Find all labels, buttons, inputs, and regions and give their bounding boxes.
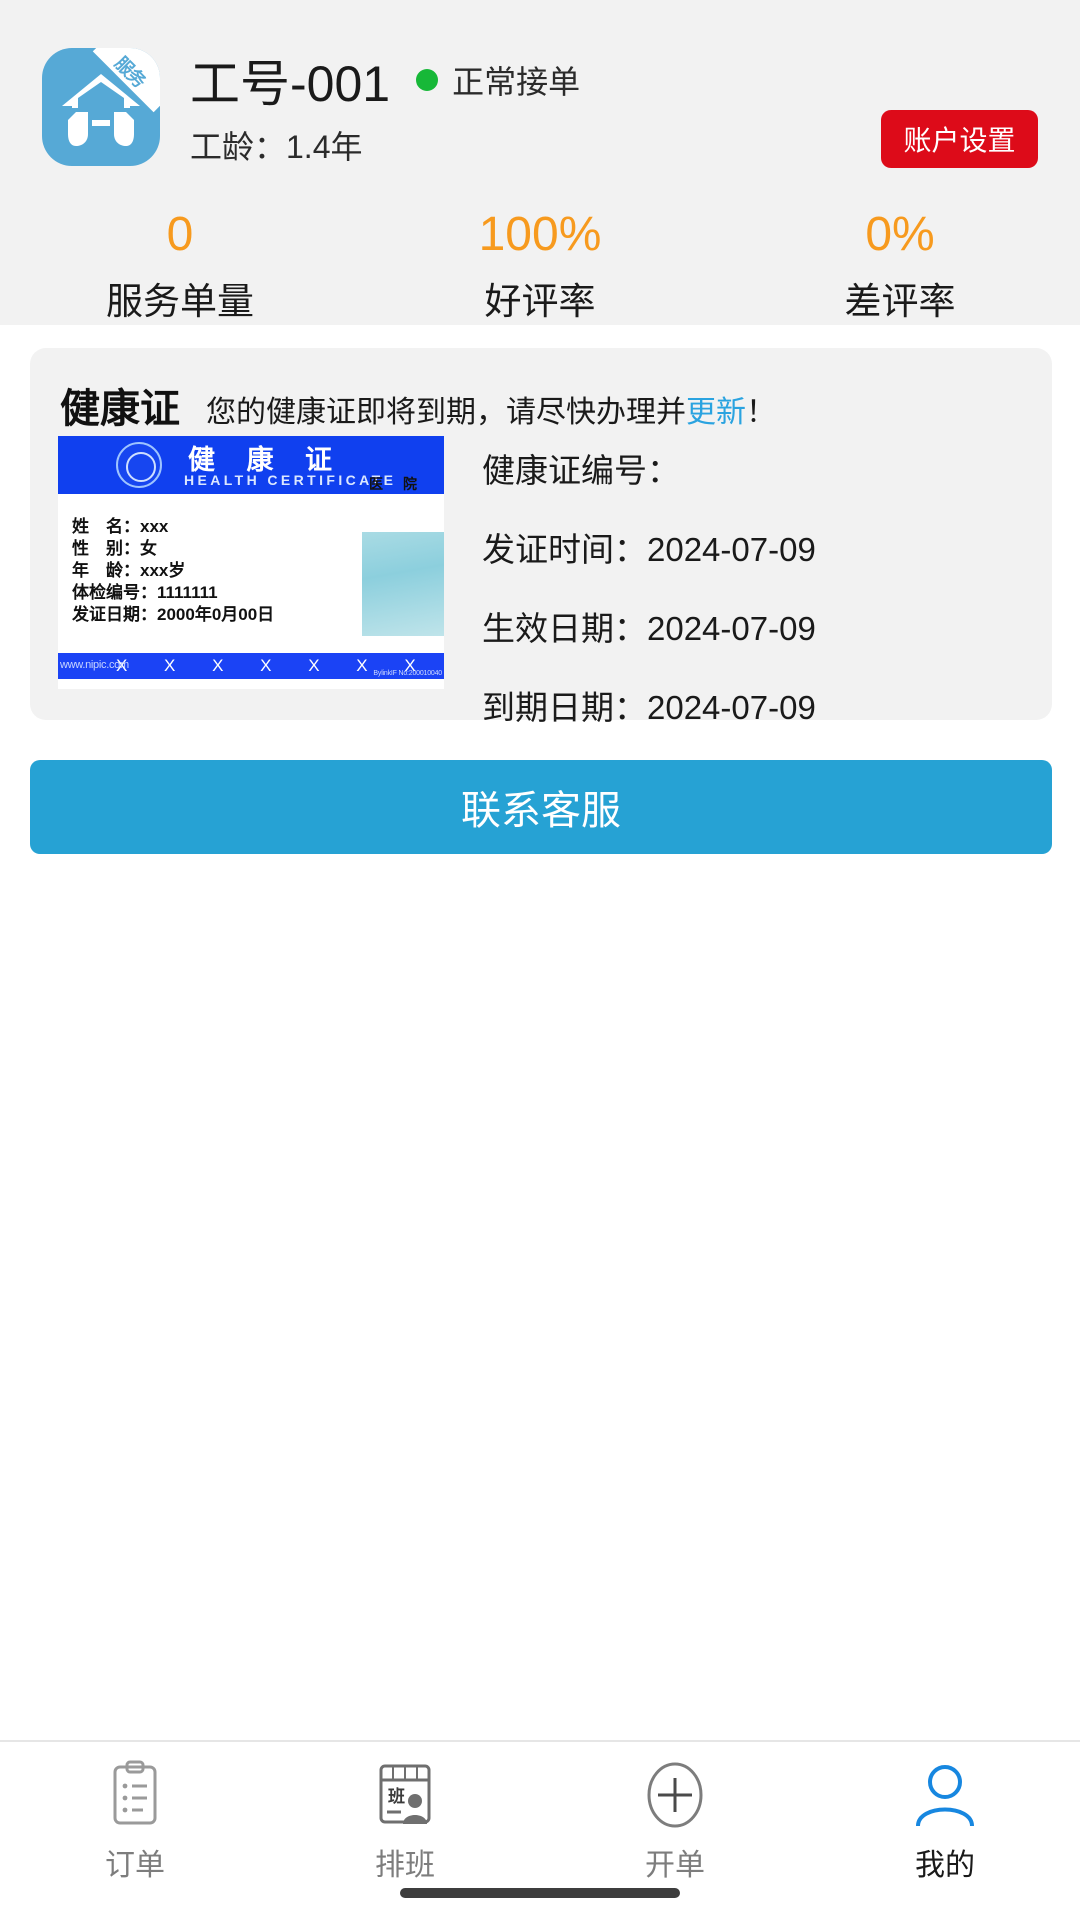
stat-label: 服务单量 [106,281,254,322]
health-certificate-card: 健康证 您的健康证即将到期，请尽快办理并更新！ 健 康 证 HEALTH CER… [30,348,1052,726]
stat-item-orders: 0 服务单量 [0,205,360,325]
contact-support-button[interactable]: 联系客服 [30,760,1052,854]
clipboard-list-icon [113,1760,157,1825]
certificate-info-list: 健康证编号： 发证时间：2024-07-09 生效日期：2024-07-09 到… [482,444,1022,729]
certificate-number-row: 健康证编号： [482,452,680,489]
bottom-tab-bar: 订单 班 排班 开单 我的 [0,1740,1080,1920]
status-dot-icon [416,69,439,91]
certificate-field-name: 姓 名：xxx [72,517,169,536]
national-health-emblem-icon [116,442,162,488]
tab-orders[interactable]: 订单 [0,1758,270,1884]
status-label: 正常接单 [452,64,581,100]
stat-value: 100% [478,208,602,261]
health-card-header: 健康证 您的健康证即将到期，请尽快办理并更新！ [60,376,776,434]
certificate-serial: BylinkIF No:200010040 [373,670,442,677]
app-root: 服务 工号-001 正常接单 工龄：1.4年 账户设置 0 服务单量 100% … [0,0,1080,1920]
stat-label: 好评率 [484,281,596,322]
stat-value: 0% [865,208,935,261]
certificate-photo [362,532,444,636]
stat-label: 差评率 [844,281,956,322]
tab-profile[interactable]: 我的 [810,1758,1080,1884]
profile-header: 服务 工号-001 正常接单 工龄：1.4年 账户设置 0 服务单量 100% … [0,0,1080,325]
app-logo: 服务 [42,48,160,166]
certificate-footer: X X X X X X X X X X www.nipic.com Bylink… [58,653,444,679]
health-card-warning: 您的健康证即将到期，请尽快办理并更新！ [206,387,776,431]
tab-list: 订单 班 排班 开单 我的 [0,1742,1080,1884]
stats-row: 0 服务单量 100% 好评率 0% 差评率 [0,205,1080,325]
circle-plus-icon [647,1762,703,1828]
certificate-watermark: www.nipic.com [60,659,129,671]
certificate-body: 姓 名：xxx 性 别：女 年 龄：xxx岁 体检编号：1111111 发证日期… [58,476,444,644]
tab-label: 订单 [105,1849,165,1882]
certificate-issue-time-row: 发证时间：2024-07-09 [482,531,816,568]
certificate-field-gender: 性 别：女 [72,539,157,558]
stat-item-good-rate: 100% 好评率 [360,205,720,325]
tab-label: 我的 [915,1849,975,1882]
account-settings-button[interactable]: 账户设置 [881,110,1038,168]
svg-text:班: 班 [388,1787,405,1806]
certificate-field-exam-no: 体检编号：1111111 [72,583,218,602]
certificate-field-issue-date: 发证日期：2000年0月00日 [72,605,275,624]
person-icon [916,1765,974,1827]
stat-item-bad-rate: 0% 差评率 [720,205,1080,325]
certificate-fields: 姓 名：xxx 性 别：女 年 龄：xxx岁 体检编号：1111111 发证日期… [72,516,274,626]
worker-identity: 工号-001 正常接单 [190,44,580,116]
warning-suffix: ！ [746,396,776,429]
renew-link[interactable]: 更新 [686,396,746,429]
certificate-hospital: 医 院 [369,476,420,492]
certificate-footer-marks: X X X X X X X X X X [116,656,444,675]
worker-id: 工号-001 [190,56,391,112]
health-card-title: 健康证 [60,387,180,431]
schedule-person-icon: 班 [379,1764,431,1824]
certificate-effective-date-row: 生效日期：2024-07-09 [482,610,816,647]
tab-schedule[interactable]: 班 排班 [270,1758,540,1884]
warning-prefix: 您的健康证即将到期，请尽快办理并 [206,396,686,429]
stat-value: 0 [166,208,194,261]
tab-create-order[interactable]: 开单 [540,1758,810,1884]
tab-label: 排班 [375,1849,435,1882]
tab-label: 开单 [645,1849,705,1882]
certificate-field-age: 年 龄：xxx岁 [72,561,186,580]
tenure-label: 工龄：1.4年 [190,129,363,165]
certificate-expiry-date-row: 到期日期：2024-07-09 [482,689,816,726]
health-certificate-image[interactable]: 健 康 证 HEALTH CERTIFICATE 姓 名：xxx 性 别：女 年… [58,436,444,689]
home-indicator [400,1888,680,1898]
